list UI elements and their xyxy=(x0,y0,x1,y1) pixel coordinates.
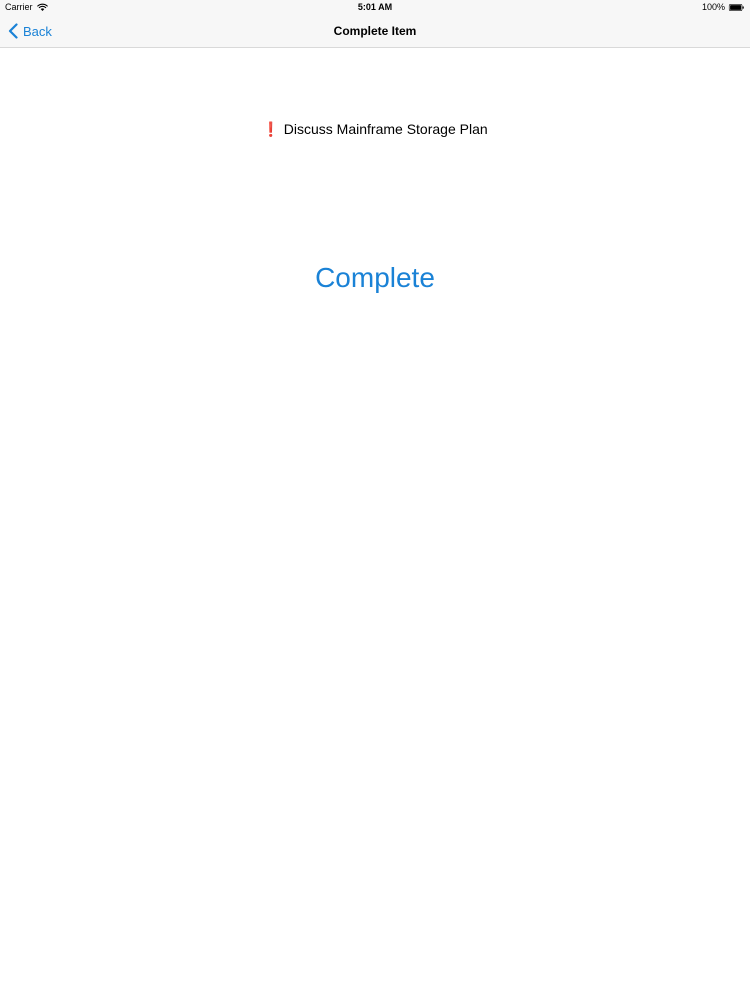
navigation-bar: Back Complete Item xyxy=(0,15,750,48)
exclamation-icon: ❗ xyxy=(262,121,280,137)
page-title: Complete Item xyxy=(333,24,417,38)
status-time: 5:01 AM xyxy=(357,2,393,12)
status-right: 100% xyxy=(702,0,745,15)
complete-button[interactable]: Complete xyxy=(0,259,750,297)
battery-percent: 100% xyxy=(701,2,725,12)
status-bar: Carrier 5:01 AM 100% xyxy=(0,0,750,15)
item-title: Discuss Mainframe Storage Plan xyxy=(283,121,488,137)
battery-icon xyxy=(728,4,744,11)
item-title-row: ❗ Discuss Mainframe Storage Plan xyxy=(0,120,750,138)
